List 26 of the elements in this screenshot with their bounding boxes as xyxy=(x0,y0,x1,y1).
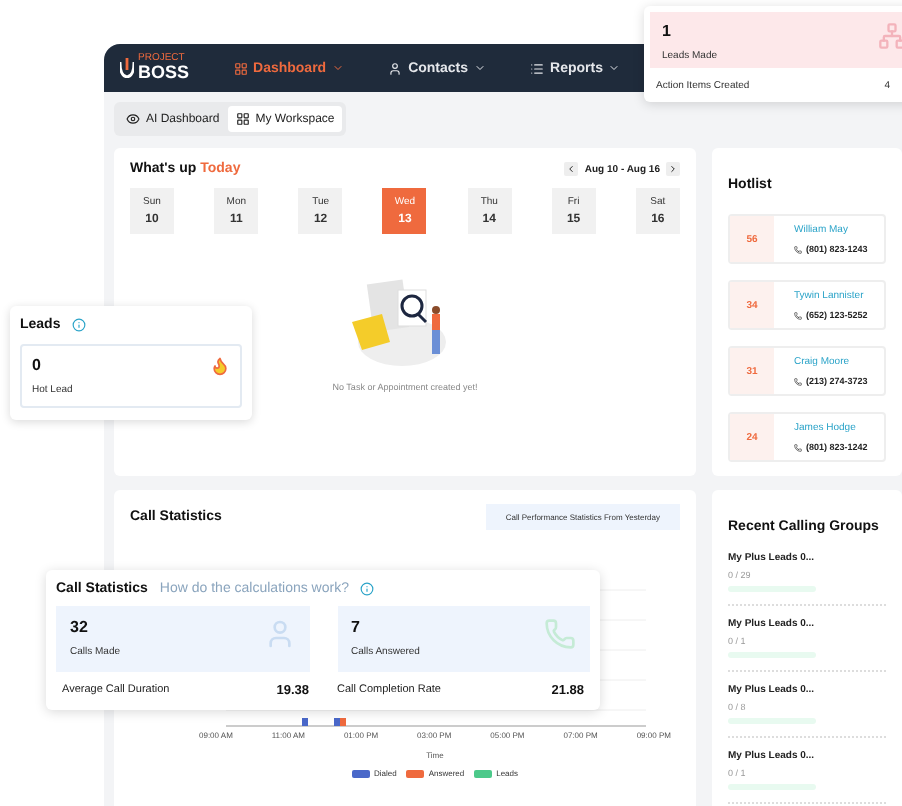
grid-icon xyxy=(235,112,250,126)
caret-icon xyxy=(474,62,487,74)
flame-icon xyxy=(210,356,230,376)
phone-icon xyxy=(794,377,802,385)
stat-value: 7 xyxy=(351,618,362,636)
logo-icon xyxy=(120,58,134,78)
phone-icon xyxy=(544,618,576,650)
caret-icon xyxy=(608,62,621,74)
hot-lead-value: 0 xyxy=(32,356,43,374)
network-icon xyxy=(878,22,902,50)
list-icon xyxy=(530,61,545,75)
phone-icon xyxy=(794,311,802,319)
grid-icon xyxy=(233,61,248,75)
next-button[interactable] xyxy=(666,162,680,176)
logo-text: BOSS xyxy=(138,64,190,82)
phone-icon xyxy=(794,245,802,253)
user-icon xyxy=(388,61,403,75)
caret-icon xyxy=(332,62,345,74)
eye-icon xyxy=(126,112,140,126)
user-icon xyxy=(263,618,295,650)
previous-button[interactable] xyxy=(564,162,579,176)
stat-value: 32 xyxy=(70,618,90,636)
info-icon[interactable] xyxy=(360,582,375,596)
info-icon[interactable] xyxy=(72,318,87,332)
leads-made-value: 1 xyxy=(662,22,673,40)
phone-icon xyxy=(794,443,802,451)
